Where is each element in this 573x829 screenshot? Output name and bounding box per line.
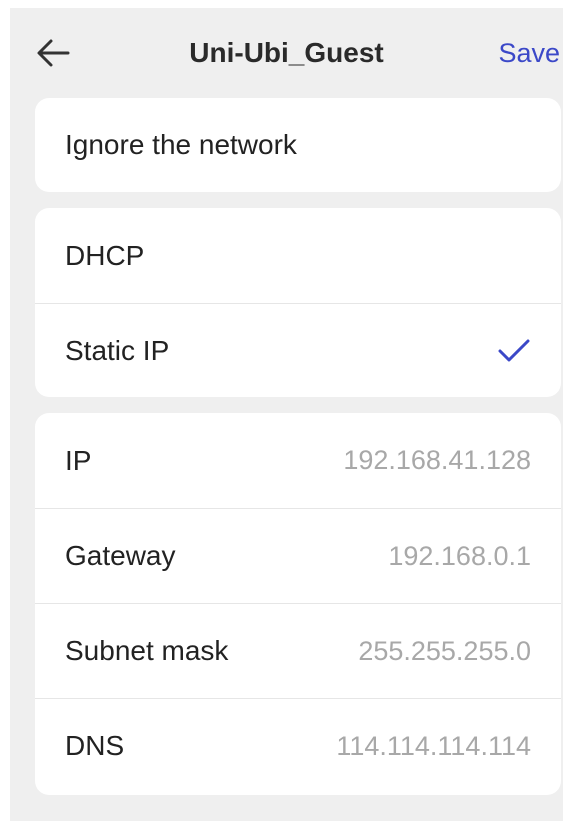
dhcp-label: DHCP [65, 239, 145, 271]
gateway-label: Gateway [65, 540, 176, 571]
subnet-mask-label: Subnet mask [65, 635, 229, 666]
ignore-network-label: Ignore the network [65, 129, 297, 160]
static-ip-label: Static IP [65, 335, 170, 366]
subnet-mask-value: 255.255.255.0 [358, 635, 531, 666]
gateway-field-row[interactable]: Gateway 192.168.0.1 [35, 508, 561, 603]
ignore-network-row[interactable]: Ignore the network [35, 98, 561, 192]
checkmark-icon [498, 339, 530, 362]
back-button[interactable] [34, 36, 74, 70]
wifi-settings-screen: Uni-Ubi_Guest Save Ignore the network DH… [10, 8, 563, 821]
static-ip-option[interactable]: Static IP [35, 303, 561, 397]
page-title: Uni-Ubi_Guest [189, 37, 384, 68]
dns-label: DNS [65, 730, 125, 761]
ignore-network-card: Ignore the network [35, 98, 561, 192]
dhcp-option[interactable]: DHCP [35, 208, 561, 303]
static-config-card: IP 192.168.41.128 Gateway 192.168.0.1 Su… [35, 413, 561, 795]
gateway-value: 192.168.0.1 [388, 540, 531, 571]
subnet-mask-field-row[interactable]: Subnet mask 255.255.255.0 [35, 603, 561, 698]
ip-value: 192.168.41.128 [343, 445, 531, 475]
dns-value: 114.114.114.114 [336, 730, 531, 761]
dns-field-row[interactable]: DNS 114.114.114.114 [35, 698, 561, 793]
ip-mode-card: DHCP Static IP [35, 208, 561, 397]
back-arrow-icon [37, 39, 70, 67]
ip-field-row[interactable]: IP 192.168.41.128 [35, 413, 561, 508]
save-button[interactable]: Save [498, 35, 560, 71]
header-bar: Uni-Ubi_Guest Save [10, 8, 563, 98]
ip-label: IP [65, 444, 92, 476]
